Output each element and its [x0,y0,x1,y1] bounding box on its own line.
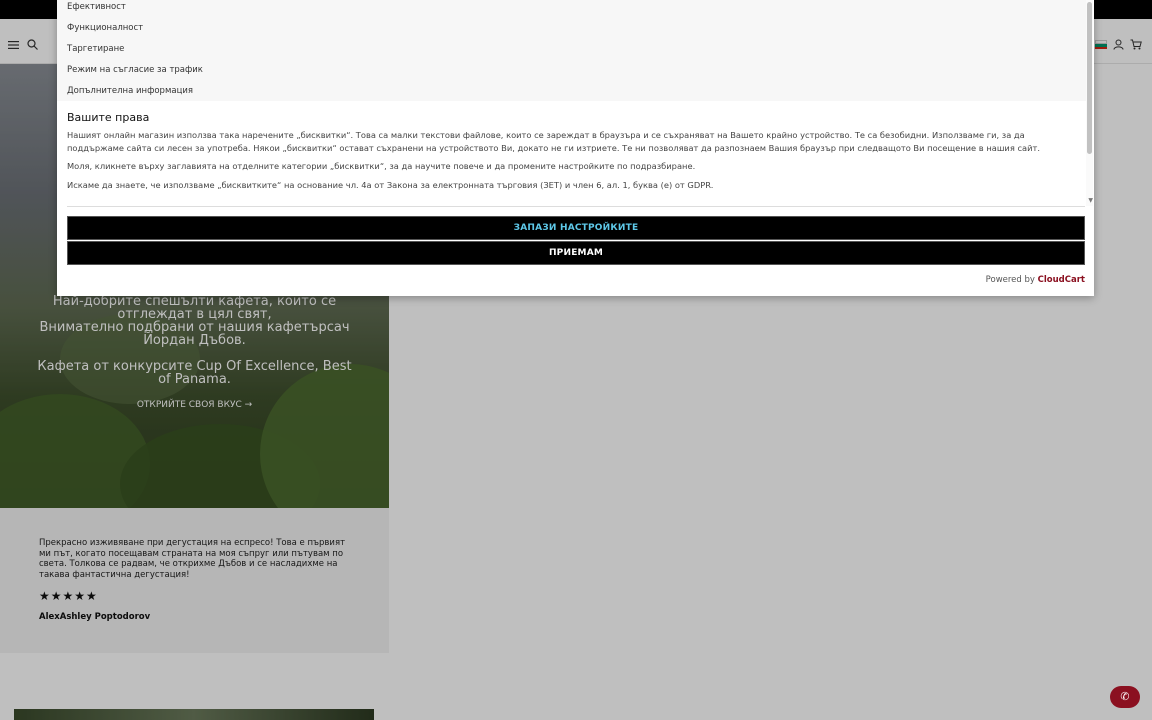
cookie-consent-modal: Ефективност Функционалност Таргетиране Р… [57,0,1094,296]
accept-button[interactable]: ПРИЕМАМ [67,241,1085,265]
cookie-category-performance[interactable]: Ефективност [57,0,1087,21]
cookie-category-targeting[interactable]: Таргетиране [57,42,1087,63]
cookie-category-traffic-consent[interactable]: Режим на съгласие за трафик [57,63,1087,84]
cookie-categories: Ефективност Функционалност Таргетиране Р… [57,0,1087,101]
rights-paragraph: Искаме да знаете, че използваме „бисквит… [67,179,714,190]
rights-section: Вашите права Нашият онлайн магазин изпол… [57,101,1087,204]
powered-by-brand-link[interactable]: CloudCart [1038,275,1085,285]
rights-paragraph: Нашият онлайн магазин използва така наре… [67,130,1040,153]
save-settings-button[interactable]: ЗАПАЗИ НАСТРОЙКИТЕ [67,216,1085,240]
powered-by: Powered by CloudCart [986,275,1085,285]
scrollbar-thumb[interactable] [1087,2,1092,154]
powered-by-prefix: Powered by [985,275,1035,285]
modal-divider [67,206,1085,207]
cookie-category-functionality[interactable]: Функционалност [57,21,1087,42]
scroll-down-arrow-icon[interactable]: ▼ [1088,197,1093,204]
phone-icon[interactable]: ✆ [1110,686,1140,708]
rights-paragraph: Моля, кликнете върху заглавията на отдел… [67,161,696,171]
rights-title: Вашите права [67,111,150,124]
